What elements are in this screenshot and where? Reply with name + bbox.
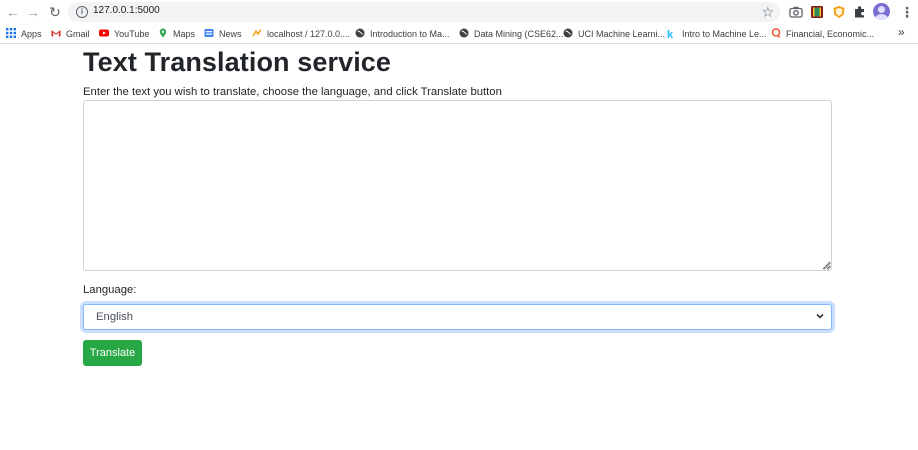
translate-button[interactable]: Translate xyxy=(83,340,142,366)
bookmark-introduction[interactable]: Introduction to Ma... xyxy=(355,27,450,41)
extensions-puzzle-icon[interactable] xyxy=(853,5,867,19)
page-title: Text Translation service xyxy=(83,47,392,77)
reload-icon[interactable]: ↻ xyxy=(45,2,65,22)
chevron-down-icon xyxy=(816,313,824,319)
browser-toolbar: ← → ↻ i 127.0.0.1:5000 ☆ ⋮ xyxy=(0,0,918,24)
language-select[interactable]: English xyxy=(83,304,832,330)
language-label: Language: xyxy=(83,284,137,296)
maps-pin-icon xyxy=(159,28,167,38)
bookmark-uci[interactable]: UCI Machine Learni... xyxy=(563,27,665,41)
bookmark-label: News xyxy=(219,29,242,39)
bookmark-label: YouTube xyxy=(114,29,150,39)
address-url[interactable]: 127.0.0.1:5000 xyxy=(93,5,160,16)
menu-kebab-icon[interactable]: ⋮ xyxy=(900,3,914,21)
news-icon xyxy=(204,29,214,37)
bookmark-label: Apps xyxy=(21,29,42,39)
phpmyadmin-icon xyxy=(252,29,262,37)
bookmark-label: Gmail xyxy=(66,29,90,39)
bookmark-intro-ml[interactable]: k Intro to Machine Le... xyxy=(667,27,767,41)
address-bar[interactable]: i 127.0.0.1:5000 ☆ xyxy=(68,2,780,22)
globe-icon xyxy=(459,28,469,38)
globe-icon xyxy=(563,28,573,38)
extension-bookmark-icon[interactable] xyxy=(810,5,824,19)
globe-icon xyxy=(355,28,365,38)
bookmark-maps[interactable]: Maps xyxy=(158,27,195,41)
bookmark-label: Introduction to Ma... xyxy=(370,29,450,39)
youtube-icon xyxy=(99,29,109,37)
resize-grip-icon[interactable] xyxy=(823,262,831,270)
bookmark-label: Maps xyxy=(173,29,196,39)
language-selected-value[interactable]: English xyxy=(96,311,133,323)
instructions-text: Enter the text you wish to translate, ch… xyxy=(83,86,502,98)
apps-grid-icon xyxy=(6,28,16,38)
quandl-icon xyxy=(771,28,781,38)
bookmark-label: Financial, Economic... xyxy=(786,29,875,39)
bookmark-label: UCI Machine Learni... xyxy=(578,29,666,39)
bookmark-label: Intro to Machine Le... xyxy=(682,29,767,39)
bookmark-news[interactable]: News xyxy=(204,27,242,41)
bookmark-youtube[interactable]: YouTube xyxy=(99,27,149,41)
brave-shield-icon[interactable] xyxy=(832,5,846,19)
bookmark-localhost[interactable]: localhost / 127.0.0.... xyxy=(252,27,350,41)
bookmark-label: localhost / 127.0.0.... xyxy=(267,29,351,39)
bookmark-financial[interactable]: Financial, Economic... xyxy=(771,27,874,41)
site-info-icon[interactable]: i xyxy=(76,6,88,18)
bookmarks-bar: Apps Gmail YouTube Maps News localhost /… xyxy=(0,24,918,44)
kaggle-icon: k xyxy=(667,29,674,41)
bookmark-label: Data Mining (CSE62... xyxy=(474,29,564,39)
gmail-icon xyxy=(51,30,61,37)
source-text-input[interactable] xyxy=(83,100,832,271)
bookmark-gmail[interactable]: Gmail xyxy=(51,27,90,41)
bookmark-star-icon[interactable]: ☆ xyxy=(761,3,774,21)
bookmarks-overflow-icon[interactable]: » xyxy=(898,25,905,39)
profile-avatar[interactable] xyxy=(873,3,890,20)
forward-arrow-icon[interactable]: → xyxy=(23,2,43,22)
bookmark-data-mining[interactable]: Data Mining (CSE62... xyxy=(459,27,564,41)
back-arrow-icon[interactable]: ← xyxy=(3,2,23,22)
bookmark-apps[interactable]: Apps xyxy=(6,27,42,41)
camera-icon[interactable] xyxy=(789,5,803,19)
